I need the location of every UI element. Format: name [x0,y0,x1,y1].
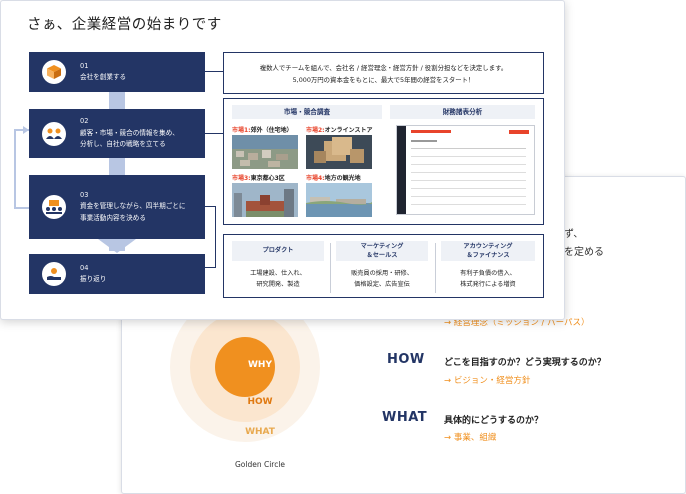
how-answer: → ビジョン・経営方針 [444,376,531,386]
step-01-line-1: 会社を創業する [80,73,127,81]
tokyo-photo [232,183,298,217]
how-question: どこを目指すのか？どう実現するのか？ [444,358,606,368]
intro-box: 複数人でチームを組んで、会社名 / 経営理念・経営方針 / 役割分担などを決定し… [223,52,544,94]
market-3-tag: 市場3: [232,175,251,182]
activities-box: プロダクト マーケティング ＆セールス アカウンティング ＆ファイナンス 工場建… [223,234,544,298]
market-panel-title: 市場・競合調査 [232,105,382,119]
loop-bottom [14,207,29,209]
step-01: 01 会社を創業する [29,52,205,92]
step-03-line-1: 資金を管理しながら、四半期ごとに [80,202,186,211]
intro-line-1: 複数人でチームを組んで、会社名 / 経営理念・経営方針 / 役割分担などを決定し… [259,64,508,72]
tourist-area-photo [306,183,372,217]
what-key: WHAT [382,410,428,425]
market-1-tag: 市場1: [232,127,251,134]
step-01-number: 01 [80,61,89,70]
activity-accounting-head-line-1: アカウンティング [463,243,513,250]
research-box: 市場・競合調査 財務諸表分析 市場1:郊外（住宅地） 市場2:オンラインストア … [223,98,544,225]
market-1-label: 市場1:郊外（住宅地） [232,125,293,134]
activity-product-body: 工場建設、仕入れ、 研究開発、製造 [232,268,324,290]
loop-left [14,129,16,208]
peek-line-2: を定める [564,247,604,258]
market-1-name: 郊外（住宅地） [250,127,293,134]
activity-product-head: プロダクト [232,241,324,261]
activity-marketing-head: マーケティング ＆セールス [336,241,428,261]
step-02-line-1: 顧客・市場・競合の情報を集め、 [80,128,179,137]
step-03-line-2: 事業活動内容を決める [80,213,146,222]
how-label: HOW [247,397,273,407]
finance-panel-title: 財務諸表分析 [390,105,535,119]
online-store-photo [306,135,372,169]
connector-03 [205,206,216,268]
business-flow-slide: さぁ、企業経営の始まりです 01 会社を創業する 02 顧客・市場・競合の情報を… [0,0,565,320]
market-4-label: 市場4:地方の観光地 [306,173,361,182]
market-4-tag: 市場4: [306,175,325,182]
hand-icon [42,262,66,286]
step-02-number: 02 [80,117,89,126]
activity-marketing-head-line-1: マーケティング [360,243,404,250]
step-03-number: 03 [80,190,89,199]
slide-title: さぁ、企業経営の始まりです [27,17,222,33]
arrow-down [98,239,136,253]
activity-accounting-line-2: 株式発行による増資 [460,281,516,288]
finance-screenshot [396,125,535,215]
market-3-name: 東京都心3区 [250,175,285,182]
step-02-line-2: 分析し、自社の戦略を立てる [80,140,166,149]
market-2-label: 市場2:オンラインストア [306,125,372,134]
peek-line-1: ず、 [564,229,584,240]
step-04: 04 振り返り [29,254,205,294]
what-answer: → 事業、組織 [444,433,497,443]
what-question: 具体的にどうするのか？ [444,416,544,426]
activity-marketing-line-2: 価格設定、広告宣伝 [354,281,410,288]
activity-product-line-2: 研究開発、製造 [256,281,300,288]
market-4-name: 地方の観光地 [324,175,361,182]
activity-product-line-1: 工場建設、仕入れ、 [250,270,306,277]
activity-marketing-line-1: 販売員の採用・研修、 [351,270,413,277]
activity-accounting-body: 有利子負債の借入、 株式発行による増資 [441,268,535,290]
step-04-number: 04 [80,263,89,272]
golden-circle-caption: Golden Circle [234,460,286,469]
activity-marketing-body: 販売員の採用・研修、 価格設定、広告宣伝 [336,268,428,290]
activity-product-head-line-1: プロダクト [262,247,294,254]
activity-divider-1 [330,243,331,293]
market-2-tag: 市場2: [306,127,325,134]
meeting-icon [42,195,66,219]
activity-marketing-head-line-2: ＆セールス [366,251,398,259]
connector-02 [205,133,223,134]
activity-accounting-line-1: 有利子負債の借入、 [460,270,516,277]
cube-icon [42,60,66,84]
intro-line-2: 5,000万円の資本金をもとに、最大で5年間の経営をスタート！ [292,76,475,84]
step-04-line-1: 振り返り [80,275,107,283]
market-3-label: 市場3:東京都心3区 [232,173,285,182]
step-03: 03 資金を管理しながら、四半期ごとに 事業活動内容を決める [29,175,205,239]
what-label: WHAT [245,427,275,437]
market-2-name: オンラインストア [324,127,373,134]
step-02: 02 顧客・市場・競合の情報を集め、 分析し、自社の戦略を立てる [29,109,205,158]
how-key: HOW [387,352,425,367]
team-icon [42,121,66,146]
activity-accounting-head: アカウンティング ＆ファイナンス [441,241,535,261]
connector-01 [205,71,223,72]
activity-accounting-head-line-2: ＆ファイナンス [466,251,510,259]
activity-divider-2 [435,243,436,293]
suburb-photo [232,135,298,169]
why-label: WHY [248,360,272,370]
